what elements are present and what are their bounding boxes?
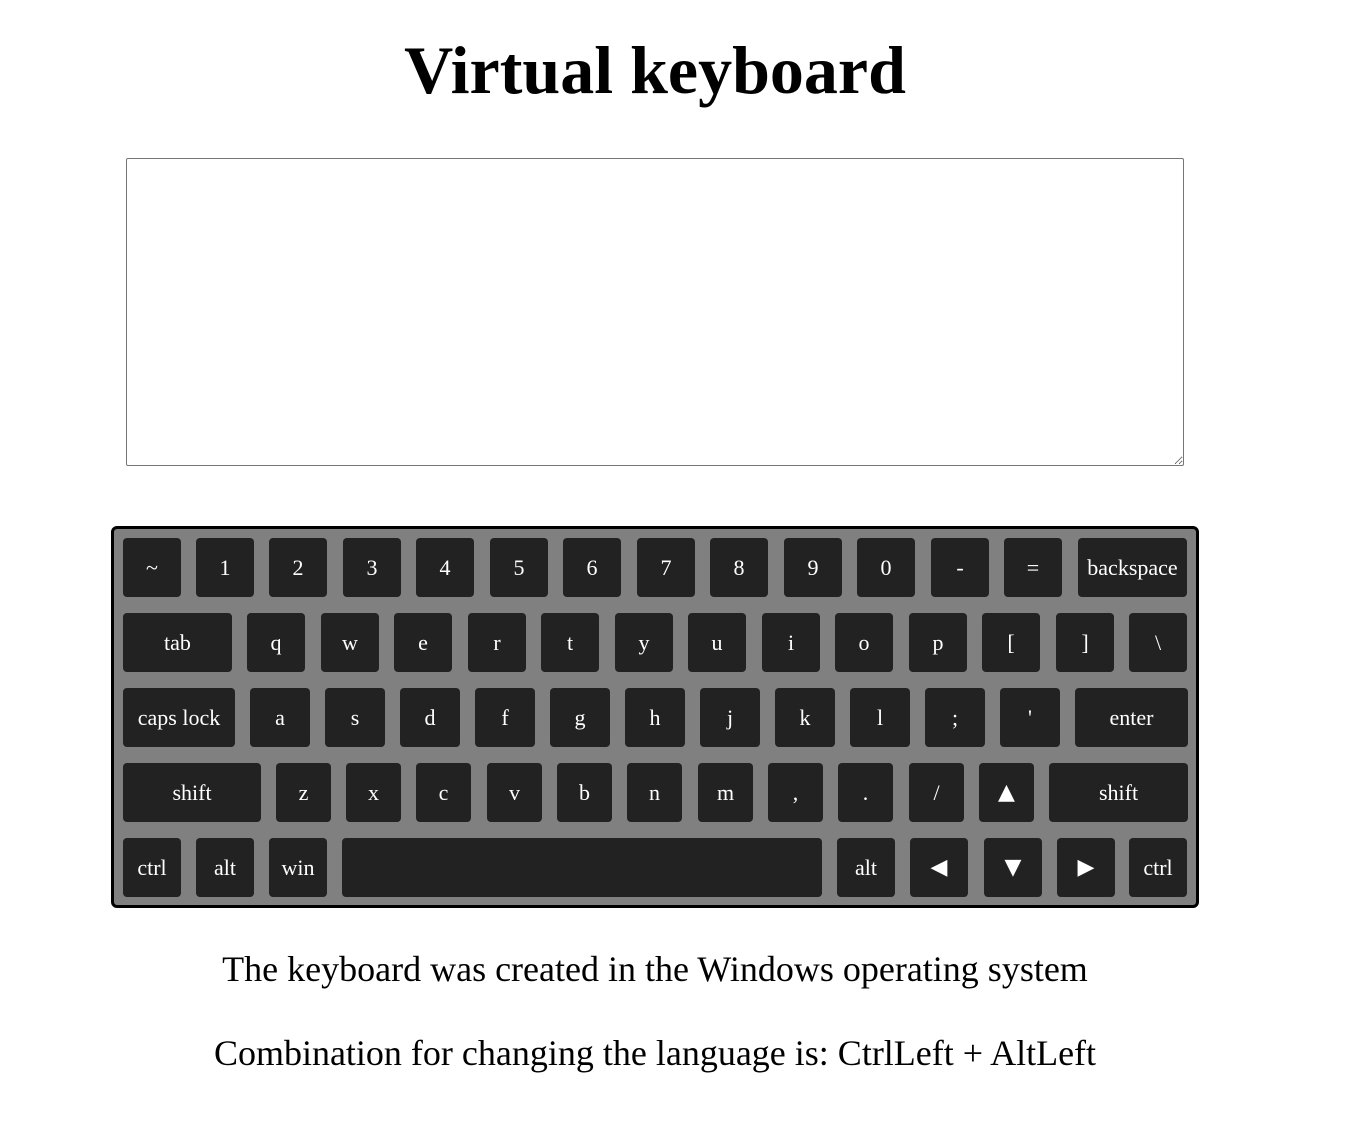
key-x[interactable]: x [346,763,401,822]
key-enter[interactable]: enter [1075,688,1188,747]
key-z[interactable]: z [276,763,331,822]
virtual-keyboard: ~1 2 3 4 5 6 7 8 9 0- = backspace tab q w e r t y u i o p[] \ ca… [111,526,1199,908]
key-e[interactable]: e [394,613,452,672]
key-j[interactable]: j [700,688,760,747]
key-space[interactable] [342,838,822,897]
key-alt-right[interactable]: alt [837,838,895,897]
key-b[interactable]: b [557,763,612,822]
key-y[interactable]: y [615,613,673,672]
key-backspace[interactable]: backspace [1078,538,1187,597]
key-k[interactable]: k [775,688,835,747]
os-note: The keyboard was created in the Windows … [222,949,1088,989]
key-digit2[interactable]: 2 [269,538,327,597]
key-s[interactable]: s [325,688,385,747]
key-d[interactable]: d [400,688,460,747]
key-m[interactable]: m [698,763,753,822]
text-output-area[interactable] [126,158,1184,466]
key-n[interactable]: n [627,763,682,822]
key-caps-lock[interactable]: caps lock [123,688,235,747]
key-h[interactable]: h [625,688,685,747]
key-equal[interactable]: = [1004,538,1062,597]
key-p[interactable]: p [909,613,967,672]
key-period[interactable]: . [838,763,893,822]
key-l[interactable]: l [850,688,910,747]
key-shift-left[interactable]: shift [123,763,261,822]
key-digit9[interactable]: 9 [784,538,842,597]
key-arrow-up[interactable]: ▲ [979,763,1034,822]
key-a[interactable]: a [250,688,310,747]
key-digit7[interactable]: 7 [637,538,695,597]
key-bracket-left[interactable]: [ [982,613,1040,672]
key-shift-right[interactable]: shift [1049,763,1188,822]
language-switch-note: Combination for changing the language is… [213,1033,1097,1073]
key-u[interactable]: u [688,613,746,672]
key-digit4[interactable]: 4 [416,538,474,597]
key-comma[interactable]: , [768,763,823,822]
key-digit8[interactable]: 8 [710,538,768,597]
key-digit0[interactable]: 0 [857,538,915,597]
key-c[interactable]: c [416,763,471,822]
key-bracket-right[interactable]: ] [1056,613,1114,672]
key-r[interactable]: r [468,613,526,672]
key-v[interactable]: v [487,763,542,822]
key-t[interactable]: t [541,613,599,672]
key-minus[interactable]: - [931,538,989,597]
key-backslash[interactable]: \ [1129,613,1187,672]
key-quote[interactable]: ' [1000,688,1060,747]
key-win[interactable]: win [269,838,327,897]
key-alt-left[interactable]: alt [196,838,254,897]
key-i[interactable]: i [762,613,820,672]
key-slash[interactable]: / [909,763,964,822]
key-digit3[interactable]: 3 [343,538,401,597]
key-ctrl-left[interactable]: ctrl [123,838,181,897]
key-digit1[interactable]: 1 [196,538,254,597]
key-semicolon[interactable]: ; [925,688,985,747]
key-arrow-down[interactable]: ▼ [984,838,1042,897]
key-digit5[interactable]: 5 [490,538,548,597]
key-g[interactable]: g [550,688,610,747]
key-o[interactable]: o [835,613,893,672]
key-arrow-right[interactable]: ▶ [1057,838,1115,897]
key-q[interactable]: q [247,613,305,672]
page-title: Virtual keyboard [404,32,906,108]
key-arrow-left[interactable]: ◀ [910,838,968,897]
key-f[interactable]: f [475,688,535,747]
key-ctrl-right[interactable]: ctrl [1129,838,1187,897]
key-backquote[interactable]: ~ [123,538,181,597]
key-digit6[interactable]: 6 [563,538,621,597]
key-w[interactable]: w [321,613,379,672]
key-tab[interactable]: tab [123,613,232,672]
